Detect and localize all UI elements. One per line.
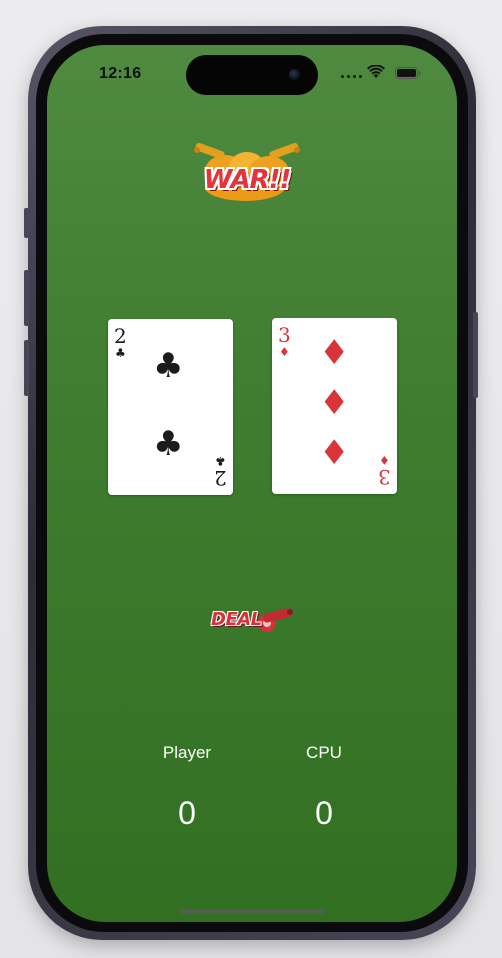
home-indicator[interactable] — [180, 909, 324, 914]
battery-icon — [395, 67, 421, 79]
wifi-icon — [367, 65, 385, 78]
card-rank: 2 — [214, 466, 227, 490]
diamond-icon: ♦ — [319, 433, 350, 473]
club-icon: ♣ — [153, 346, 184, 386]
card-corner-top: 3 ♦ — [278, 325, 291, 358]
club-icon: ♣ — [153, 424, 184, 464]
status-time: 12:16 — [99, 65, 142, 82]
logo-text: WAR!! — [203, 165, 292, 195]
card-rank: 2 — [114, 324, 127, 348]
player-card: 2 ♣ ♣ ♣ 2 ♣ — [108, 319, 233, 495]
card-rank: 3 — [378, 465, 391, 489]
diamond-icon: ♦ — [319, 333, 350, 373]
cpu-score-label: CPU — [306, 743, 342, 762]
volume-up-button — [24, 270, 29, 326]
club-icon: ♣ — [215, 454, 227, 468]
card-corner-bottom: 3 ♦ — [378, 453, 391, 489]
war-logo: WAR!! — [187, 141, 307, 211]
deal-button[interactable]: DEAL — [207, 603, 297, 637]
card-rank: 3 — [278, 323, 291, 347]
card-corner-top: 2 ♣ — [114, 326, 127, 359]
player-score-value: 0 — [178, 795, 196, 831]
device-stage: 12:16 WAR!! 2 ♣ ♣ ♣ 2 ♣ 3 ♦ ♦ ♦ ♦ 3 ♦ DE… — [0, 0, 502, 958]
volume-down-button — [24, 340, 29, 396]
diamond-icon: ♦ — [379, 453, 391, 467]
diamond-icon: ♦ — [319, 383, 350, 423]
player-score-label: Player — [162, 743, 212, 762]
diamond-icon: ♦ — [278, 345, 290, 359]
signal-dots-icon — [341, 75, 362, 78]
front-camera-icon — [289, 69, 300, 80]
action-button — [24, 208, 29, 238]
power-button — [473, 312, 478, 398]
app-screen: 12:16 WAR!! 2 ♣ ♣ ♣ 2 ♣ 3 ♦ ♦ ♦ ♦ 3 ♦ DE… — [47, 45, 457, 922]
club-icon: ♣ — [114, 346, 126, 360]
card-corner-bottom: 2 ♣ — [214, 454, 227, 490]
cpu-card: 3 ♦ ♦ ♦ ♦ 3 ♦ — [272, 318, 397, 494]
cpu-score-value: 0 — [315, 795, 333, 831]
deal-label: DEAL — [211, 609, 262, 630]
dynamic-island — [186, 55, 318, 95]
